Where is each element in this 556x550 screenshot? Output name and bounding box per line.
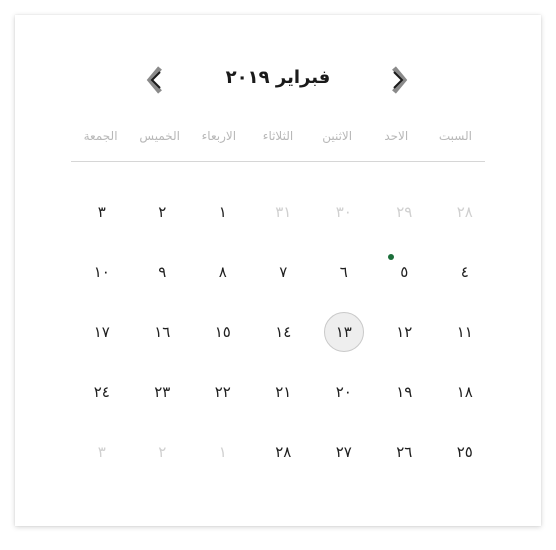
calendar-day-number: ٢٨: [456, 203, 473, 221]
calendar-day-number: ١٤: [275, 323, 292, 341]
weekday-label: الاحد: [384, 129, 409, 143]
next-month-button[interactable]: [387, 63, 411, 97]
calendar-day-number: ٩: [158, 263, 167, 281]
calendar-day[interactable]: ١٩: [374, 362, 435, 422]
calendar-day-number: ٨: [218, 263, 227, 281]
calendar-day-number: ٢٥: [456, 443, 473, 461]
calendar-day-number: ٢٠: [335, 383, 352, 401]
calendar-day[interactable]: ١: [193, 422, 254, 482]
calendar-day[interactable]: ١٤: [253, 302, 314, 362]
calendar-day[interactable]: ١٦: [132, 302, 193, 362]
calendar-day-number: ٢٦: [396, 443, 413, 461]
calendar-day[interactable]: ٢٤: [72, 362, 133, 422]
calendar-day[interactable]: ١٠: [72, 242, 133, 302]
calendar-day-number: ٢٩: [396, 203, 413, 221]
calendar-day[interactable]: ٢: [132, 182, 193, 242]
calendar-day[interactable]: ٢٧: [314, 422, 375, 482]
calendar-day[interactable]: ٢١: [253, 362, 314, 422]
calendar-week-row: ٤ ٥ ٦ ٧ ٨ ٩ ١٠: [71, 242, 495, 302]
calendar-day-number: ٢٤: [93, 383, 110, 401]
calendar-day[interactable]: ٣٠: [314, 182, 375, 242]
calendar-day[interactable]: ٨: [193, 242, 254, 302]
header-divider: [71, 161, 485, 162]
event-indicator-dot: [388, 254, 394, 260]
weekday-label: الخميس: [139, 129, 181, 143]
calendar-week-row: ٢٥ ٢٦ ٢٧ ٢٨ ١ ٢ ٣: [71, 422, 495, 482]
calendar-day[interactable]: ٢٩: [374, 182, 435, 242]
calendar-day-number: ١١: [456, 323, 473, 341]
calendar-day-number: ٣٠: [335, 203, 352, 221]
calendar-day-number: ١٥: [214, 323, 231, 341]
calendar-day-number: ٤: [460, 263, 469, 281]
weekday-label: الثلاثاء: [262, 129, 294, 143]
calendar-day-number: ٣: [97, 203, 106, 221]
calendar-day[interactable]: ٤: [435, 242, 496, 302]
calendar-day-number: ١٣: [323, 312, 364, 352]
calendar-day-number: ٢٣: [154, 383, 171, 401]
calendar-day-number: ٦: [339, 263, 348, 281]
calendar-day-number: ١: [218, 203, 227, 221]
calendar-day[interactable]: ٢: [132, 422, 193, 482]
calendar-day[interactable]: ٢٦: [374, 422, 435, 482]
calendar-day-number: ٢: [158, 203, 167, 221]
calendar-day[interactable]: ١٢: [374, 302, 435, 362]
weekday-label: الاربعاء: [201, 129, 237, 143]
calendar-day[interactable]: ٣: [72, 182, 133, 242]
calendar-day[interactable]: ٣١: [253, 182, 314, 242]
calendar-day[interactable]: ١٥: [193, 302, 254, 362]
calendar-day-number: ٣١: [275, 203, 292, 221]
calendar-day-number: ٥: [400, 263, 409, 281]
calendar-header: فبراير ٢٠١٩: [15, 63, 541, 97]
calendar-day-number: ١٧: [93, 323, 110, 341]
calendar-day[interactable]: ٢٨: [435, 182, 496, 242]
calendar-day-selected[interactable]: ١٣: [314, 302, 375, 362]
month-title: فبراير ٢٠١٩: [225, 67, 331, 88]
calendar-day-number: ١٨: [456, 383, 473, 401]
calendar-day-number: ٢: [158, 443, 167, 461]
calendar-day[interactable]: ٧: [253, 242, 314, 302]
calendar-day[interactable]: ٢٠: [314, 362, 375, 422]
calendar-week-row: ١٨ ١٩ ٢٠ ٢١ ٢٢ ٢٣ ٢٤: [71, 362, 495, 422]
calendar-week-row: ٢٨ ٢٩ ٣٠ ٣١ ١ ٢ ٣: [71, 182, 495, 242]
weekday-header-row: السبت الاحد الاثنين الثلاثاء الاربعاء ال…: [71, 129, 485, 151]
calendar-day-number: ١٠: [93, 263, 110, 281]
weekday-label: السبت: [438, 129, 472, 143]
calendar-day-number: ٢٢: [214, 383, 231, 401]
calendar-day[interactable]: ٢٣: [132, 362, 193, 422]
calendar-day-number: ٢١: [275, 383, 292, 401]
weekday-label: الجمعة: [83, 129, 118, 143]
calendar-day[interactable]: ١١: [435, 302, 496, 362]
calendar-day[interactable]: ٩: [132, 242, 193, 302]
calendar-day-number: ٢٨: [275, 443, 292, 461]
calendar-day[interactable]: ١٨: [435, 362, 496, 422]
calendar-day-number: ١٢: [396, 323, 413, 341]
calendar-day[interactable]: ٦: [314, 242, 375, 302]
calendar-day-number: ٧: [279, 263, 288, 281]
calendar-day[interactable]: ٢٥: [435, 422, 496, 482]
calendar-day[interactable]: ٢٢: [193, 362, 254, 422]
chevron-right-icon: [392, 66, 408, 94]
calendar-day-number: ٣: [97, 443, 106, 461]
calendar-day[interactable]: ٢٨: [253, 422, 314, 482]
calendar-day-number: ٢٧: [335, 443, 352, 461]
calendar-day-number: ١٩: [396, 383, 413, 401]
days-grid: ٢٨ ٢٩ ٣٠ ٣١ ١ ٢ ٣ ٤ ٥ ٦ ٧ ٨ ٩ ١٠ ١١ ١٢ ١٣ ١٤ ١٥ ١٦ ١٧ ١٨ ١٩ ٢٠ ٢…: [71, 182, 495, 482]
calendar-day[interactable]: ١: [193, 182, 254, 242]
calendar-week-row: ١١ ١٢ ١٣ ١٤ ١٥ ١٦ ١٧: [71, 302, 495, 362]
calendar-day-number: ١٦: [154, 323, 171, 341]
calendar-day[interactable]: ٣: [72, 422, 133, 482]
calendar-day-number: ١: [218, 443, 227, 461]
calendar-day[interactable]: ٥: [374, 242, 435, 302]
calendar-card: فبراير ٢٠١٩ السبت الاحد الاثنين الثلاثاء…: [15, 15, 541, 526]
weekday-label: الاثنين: [322, 129, 353, 143]
calendar-day[interactable]: ١٧: [72, 302, 133, 362]
